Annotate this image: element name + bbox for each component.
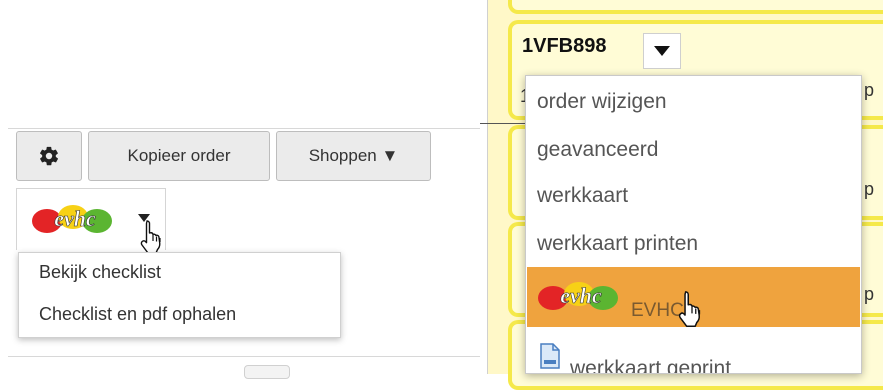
hand-pointer-icon [140,220,161,253]
toolbar-top-divider [8,128,480,129]
menu-item-werkkaart-printen[interactable]: werkkaart printen [537,232,698,256]
order-number[interactable]: 1VFB898 [522,35,607,58]
row-divider [480,123,528,124]
evhc-logo: evhc [32,205,112,233]
hand-pointer-icon [678,291,701,327]
menu-item-evhc-label: EVHC [631,300,684,321]
evhc-logo-text: evhc [560,283,602,308]
order-actions-menu: order wijzigen geavanceerd werkkaart wer… [525,75,862,374]
copy-order-button[interactable]: Kopieer order [88,131,270,181]
order-actions-button[interactable] [643,33,681,69]
evhc-dropdown-menu: Bekijk checklist Checklist en pdf ophale… [18,252,341,338]
menu-item-geavanceerd[interactable]: geavanceerd [537,138,658,162]
menu-item-bekijk-checklist[interactable]: Bekijk checklist [39,262,161,283]
card-fragment: p [863,179,874,199]
order-card[interactable] [508,0,883,14]
menu-item-werkkaart[interactable]: werkkaart [537,184,628,208]
shop-dropdown-button[interactable]: Shoppen ▼ [276,131,431,181]
toolbar-bottom-divider [8,356,480,357]
evhc-logo-text: evhc [54,206,96,231]
evhc-logo: evhc [538,282,618,310]
menu-item-order-wijzigen[interactable]: order wijzigen [537,90,667,114]
evhc-dropdown-button[interactable]: evhc [16,188,166,253]
caret-down-icon [654,46,670,56]
menu-item-werkkaart-geprint[interactable]: werkkaart geprint [570,357,731,373]
gear-icon [40,146,58,166]
menu-item-checklist-pdf[interactable]: Checklist en pdf ophalen [39,304,236,325]
panel-divider [487,0,488,374]
partial-button[interactable] [244,365,290,379]
document-icon [540,343,560,369]
card-fragment: p [863,80,874,100]
menu-item-evhc[interactable]: evhc EVHC [527,267,860,327]
card-fragment: p [863,284,874,304]
settings-button[interactable] [16,131,82,181]
